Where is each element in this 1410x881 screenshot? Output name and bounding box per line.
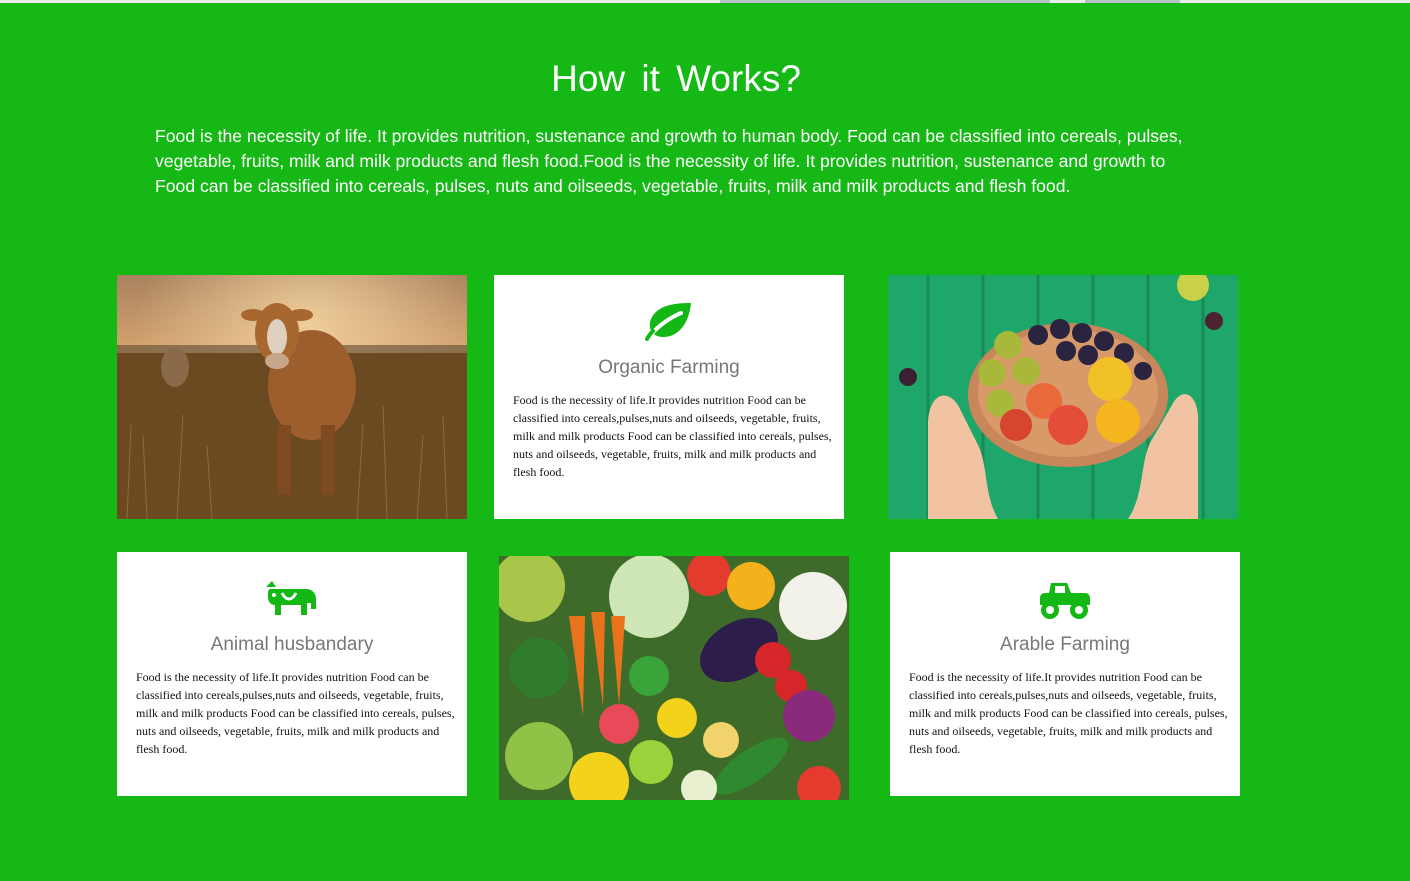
card-title: Animal husbandary	[210, 634, 374, 655]
top-image-edge	[720, 0, 1050, 3]
leaf-icon	[494, 301, 844, 341]
top-image-edge	[1085, 0, 1180, 3]
organic-farming-card: Organic Farming Food is the necessity of…	[494, 275, 844, 519]
tractor-icon	[890, 577, 1240, 621]
card-title: Organic Farming	[598, 357, 740, 378]
fruit-photo	[888, 275, 1238, 519]
cow-icon	[117, 579, 467, 619]
section-title: How it Works?	[551, 58, 801, 99]
vegetables-photo	[499, 556, 849, 800]
top-edge-strip	[0, 0, 1410, 3]
card-text: Food is the necessity of life.It provide…	[136, 670, 455, 756]
card-text: Food is the necessity of life.It provide…	[513, 393, 832, 479]
card-title: Arable Farming	[1000, 634, 1130, 655]
card-text: Food is the necessity of life.It provide…	[909, 670, 1228, 756]
cow-photo	[117, 275, 467, 519]
section-intro: Food is the necessity of life. It provid…	[155, 126, 1183, 196]
animal-husbandary-card: Animal husbandary Food is the necessity …	[117, 552, 467, 796]
arable-farming-card: Arable Farming Food is the necessity of …	[890, 552, 1240, 796]
